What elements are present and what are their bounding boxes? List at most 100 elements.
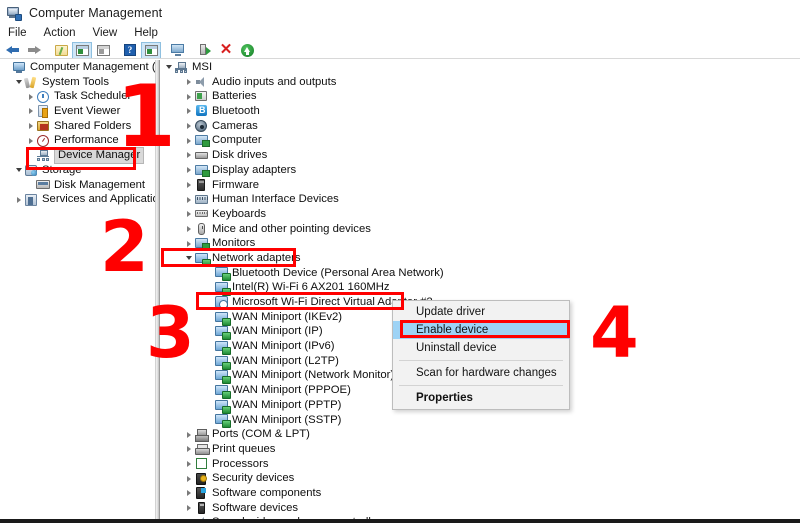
tree-item-monitors[interactable]: Monitors (161, 236, 800, 251)
tree-item-task-scheduler[interactable]: Task Scheduler (0, 89, 155, 104)
help-button[interactable]: ? (120, 42, 140, 59)
tree-item-label: Monitors (212, 237, 256, 250)
tree-item-firmware[interactable]: Firmware (161, 178, 800, 193)
hard-drive-icon (194, 149, 208, 162)
console-tree-pane[interactable]: Computer Management (Local) System Tools T… (0, 60, 155, 523)
chevron-right-icon[interactable] (183, 429, 194, 440)
tree-item-computer[interactable]: Computer (161, 133, 800, 148)
tree-item-display-adapters[interactable]: Display adapters (161, 163, 800, 178)
tree-item-label: Intel(R) Wi-Fi 6 AX201 160MHz (232, 281, 390, 294)
tree-item-bluetooth-device-personal-area-network[interactable]: Bluetooth Device (Personal Area Network) (161, 266, 800, 282)
tree-item-event-viewer[interactable]: Event Viewer (0, 104, 155, 119)
chevron-right-icon[interactable] (25, 106, 36, 117)
context-menu-item-properties[interactable]: Properties (393, 389, 569, 407)
chevron-right-icon[interactable] (25, 121, 36, 132)
chevron-right-icon[interactable] (183, 179, 194, 190)
device-context-menu[interactable]: Update driver Enable device Uninstall devi… (392, 300, 570, 410)
device-tree-pane[interactable]: MSI Audio inputs and outputs Batteries Blue… (161, 60, 800, 523)
scan-hardware-button[interactable] (168, 42, 188, 59)
chevron-right-icon[interactable] (183, 194, 194, 205)
tree-item-network-adapters[interactable]: Network adapters (161, 251, 800, 267)
chevron-down-icon[interactable] (183, 253, 194, 264)
chevron-right-icon[interactable] (183, 77, 194, 88)
tree-item-wan-miniport-sstp[interactable]: WAN Miniport (SSTP) (161, 413, 800, 429)
storage-icon (24, 164, 38, 177)
export-list-button[interactable] (93, 42, 113, 59)
chevron-right-icon[interactable] (183, 502, 194, 513)
tree-item-system-tools[interactable]: System Tools (0, 75, 155, 90)
tree-item-services-and-applications[interactable]: Services and Applications (0, 192, 155, 207)
context-menu-item-scan-for-hardware-changes[interactable]: Scan for hardware changes (393, 364, 569, 382)
tree-item-label: Keyboards (212, 207, 267, 220)
tree-item-bluetooth[interactable]: Bluetooth (161, 104, 800, 119)
clock-icon (36, 90, 50, 103)
chevron-right-icon[interactable] (25, 91, 36, 102)
tree-item-print-queues[interactable]: Print queues (161, 442, 800, 457)
menu-action[interactable]: Action (44, 26, 76, 40)
tree-item-ports-com-lpt[interactable]: Ports (COM & LPT) (161, 427, 800, 443)
menu-help[interactable]: Help (134, 26, 158, 40)
tree-item-security-devices[interactable]: Security devices (161, 471, 800, 486)
chevron-down-icon[interactable] (163, 62, 174, 73)
tree-item-keyboards[interactable]: Keyboards (161, 207, 800, 222)
enable-device-button[interactable] (237, 42, 257, 59)
device-manager-icon (36, 149, 50, 162)
chevron-down-icon[interactable] (13, 77, 24, 88)
context-menu-item-enable-device[interactable]: Enable device (393, 321, 569, 339)
network-adapter-icon (214, 325, 231, 341)
chevron-right-icon[interactable] (183, 135, 194, 146)
tree-item-audio-inputs-and-outputs[interactable]: Audio inputs and outputs (161, 75, 800, 90)
tree-item-disk-management[interactable]: Disk Management (0, 178, 155, 193)
chevron-right-icon[interactable] (183, 150, 194, 161)
chevron-right-icon[interactable] (183, 488, 194, 499)
chevron-right-icon[interactable] (183, 458, 194, 469)
tree-item-performance[interactable]: Performance (0, 133, 155, 148)
keyboard-icon (194, 208, 208, 221)
tree-item-intel-r-wi-fi-6-ax201-160mhz[interactable]: Intel(R) Wi-Fi 6 AX201 160MHz (161, 280, 800, 297)
shared-folders-icon (36, 120, 50, 133)
chevron-right-icon[interactable] (183, 91, 194, 102)
tree-item-device-manager[interactable]: Device Manager (0, 147, 155, 164)
tree-item-batteries[interactable]: Batteries (161, 89, 800, 104)
tree-item-disk-drives[interactable]: Disk drives (161, 148, 800, 163)
forward-button[interactable] (24, 42, 44, 59)
chevron-down-icon[interactable] (13, 165, 24, 176)
uninstall-device-button[interactable]: ✕ (216, 42, 236, 59)
chevron-right-icon[interactable] (183, 165, 194, 176)
show-hide-console-tree-button[interactable] (72, 41, 92, 59)
context-menu-item-update-driver[interactable]: Update driver (393, 303, 569, 321)
menu-view[interactable]: View (93, 26, 118, 40)
chevron-none-icon (25, 179, 36, 190)
chevron-right-icon[interactable] (13, 194, 24, 205)
tree-item-mice-and-other-pointing-devices[interactable]: Mice and other pointing devices (161, 222, 800, 237)
window-title: Computer Management (29, 6, 163, 20)
tree-item-msi[interactable]: MSI (161, 60, 800, 75)
network-adapter-icon (214, 369, 231, 385)
mouse-icon (194, 222, 208, 235)
up-one-level-button[interactable] (51, 42, 71, 59)
menu-file[interactable]: File (8, 26, 27, 40)
bluetooth-icon (194, 105, 208, 118)
tree-item-computer-management-local[interactable]: Computer Management (Local) (0, 60, 155, 75)
tree-item-cameras[interactable]: Cameras (161, 119, 800, 134)
chevron-right-icon[interactable] (183, 238, 194, 249)
chevron-right-icon[interactable] (183, 121, 194, 132)
chevron-right-icon[interactable] (183, 106, 194, 117)
chevron-right-icon[interactable] (183, 209, 194, 220)
chevron-right-icon[interactable] (25, 135, 36, 146)
pane-splitter[interactable] (155, 60, 160, 523)
properties-button[interactable] (195, 42, 215, 59)
tree-item-human-interface-devices[interactable]: Human Interface Devices (161, 192, 800, 207)
tree-item-processors[interactable]: Processors (161, 457, 800, 472)
context-menu-item-uninstall-device[interactable]: Uninstall device (393, 339, 569, 357)
chevron-right-icon[interactable] (183, 473, 194, 484)
tree-item-software-devices[interactable]: Software devices (161, 501, 800, 516)
back-button[interactable] (3, 42, 23, 59)
tree-item-storage[interactable]: Storage (0, 163, 155, 178)
display-adapter-icon (194, 164, 210, 177)
tree-item-shared-folders[interactable]: Shared Folders (0, 119, 155, 134)
chevron-right-icon[interactable] (183, 444, 194, 455)
chevron-right-icon[interactable] (183, 223, 194, 234)
tree-item-software-components[interactable]: Software components (161, 486, 800, 501)
show-hide-action-pane-button[interactable] (141, 41, 161, 59)
